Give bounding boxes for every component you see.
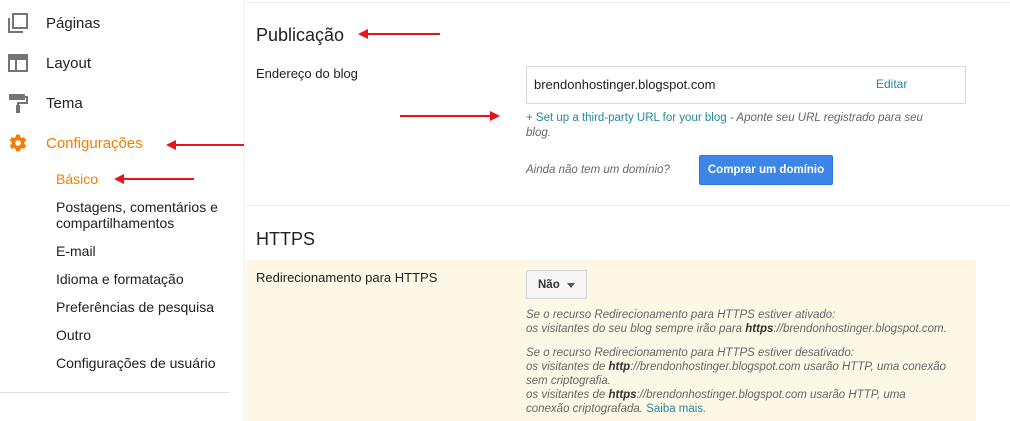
chevron-down-icon: [567, 283, 575, 288]
sidebar-item-layout[interactable]: Layout: [0, 48, 232, 78]
section-divider: [246, 205, 1010, 206]
https-off-line-3: sem criptografia.: [526, 375, 612, 387]
https-off-url: ://brendonhostinger.blogspot.com usarão …: [630, 361, 946, 373]
https-off-line-4: os visitantes de https://brendonhostinge…: [526, 389, 906, 402]
sidebar-item-label: Layout: [46, 54, 92, 72]
third-party-hint-text-2: blog.: [526, 127, 551, 139]
learn-more-link[interactable]: Saiba mais: [646, 403, 703, 415]
buy-domain-button[interactable]: Comprar um domínio: [699, 155, 833, 185]
subnav-item-search-prefs[interactable]: Preferências de pesquisa: [56, 299, 214, 315]
sidebar-item-pages[interactable]: Páginas: [0, 8, 232, 38]
https-off-text-3: conexão criptografada.: [526, 403, 647, 415]
sidebar: Páginas Layout Tema Configurações Básico…: [0, 0, 232, 421]
sidebar-item-label: Tema: [46, 94, 83, 112]
top-divider: [246, 2, 1010, 3]
https-on-text: os visitantes do seu blog sempre irão pa…: [526, 323, 746, 335]
https-off-text: os visitantes de: [526, 361, 609, 373]
section-title-https: HTTPS: [256, 229, 316, 249]
annotation-arrow-left: [358, 29, 440, 39]
https-off-line-1: Se o recurso Redirecionamento para HTTPS…: [526, 347, 854, 359]
https-off-bold-2: https: [608, 389, 637, 401]
third-party-url-link[interactable]: + Set up a third-party URL for your blog: [526, 112, 727, 124]
subnav-item-basic[interactable]: Básico: [56, 171, 98, 187]
https-on-url: ://brendonhostinger.blogspot.com.: [773, 323, 947, 335]
annotation-arrow-left: [114, 174, 194, 184]
pages-icon: [8, 13, 28, 33]
sidebar-item-label: Configurações: [46, 134, 143, 152]
https-on-line-2: os visitantes do seu blog sempre irão pa…: [526, 323, 947, 336]
subnav-item-posts-comments-line2[interactable]: compartilhamentos: [56, 215, 174, 231]
subnav-item-user-settings[interactable]: Configurações de usuário: [56, 355, 216, 371]
annotation-arrow-right: [400, 111, 500, 121]
blog-address-box: brendonhostinger.blogspot.com Editar: [526, 66, 966, 104]
subnav-item-language[interactable]: Idioma e formatação: [56, 271, 184, 287]
sidebar-divider: [0, 392, 230, 393]
https-on-bold: https: [745, 323, 774, 335]
no-domain-text: Ainda não tem um domínio?: [526, 164, 670, 176]
subnav-item-email[interactable]: E-mail: [56, 243, 96, 259]
subnav-item-posts-comments[interactable]: Postagens, comentários e: [56, 199, 218, 215]
sidebar-item-theme[interactable]: Tema: [0, 88, 232, 118]
https-off-text-2: os visitantes de: [526, 389, 609, 401]
https-redirect-select[interactable]: Não: [526, 270, 587, 299]
https-on-line-1: Se o recurso Redirecionamento para HTTPS…: [526, 309, 836, 321]
third-party-hint-text: - Aponte seu URL registrado para seu: [726, 112, 923, 124]
https-off-bold: http: [608, 361, 631, 373]
section-title-publication: Publicação: [256, 25, 345, 45]
edit-link[interactable]: Editar: [876, 77, 907, 91]
https-redirect-label: Redirecionamento para HTTPS: [256, 270, 438, 285]
period-text: .: [703, 403, 707, 415]
https-off-line-5: conexão criptografada. Saiba mais.: [526, 403, 706, 416]
theme-paint-roller-icon: [8, 93, 28, 113]
gear-icon: [8, 133, 28, 153]
sidebar-item-label: Páginas: [46, 14, 101, 32]
subnav-item-other[interactable]: Outro: [56, 327, 91, 343]
https-off-line-2: os visitantes de http://brendonhostinger…: [526, 361, 946, 374]
blog-address-label: Endereço do blog: [256, 66, 358, 81]
third-party-url-hint: + Set up a third-party URL for your blog…: [526, 111, 956, 141]
https-off-url-2: ://brendonhostinger.blogspot.com usarão …: [636, 389, 906, 401]
blog-url: brendonhostinger.blogspot.com: [534, 77, 716, 92]
select-value: Não: [538, 279, 560, 291]
main-content: Publicação Endereço do blog brendonhosti…: [246, 0, 1010, 421]
annotation-arrow-left: [166, 140, 244, 150]
sidebar-separator: [244, 0, 245, 421]
layout-icon: [8, 53, 28, 73]
